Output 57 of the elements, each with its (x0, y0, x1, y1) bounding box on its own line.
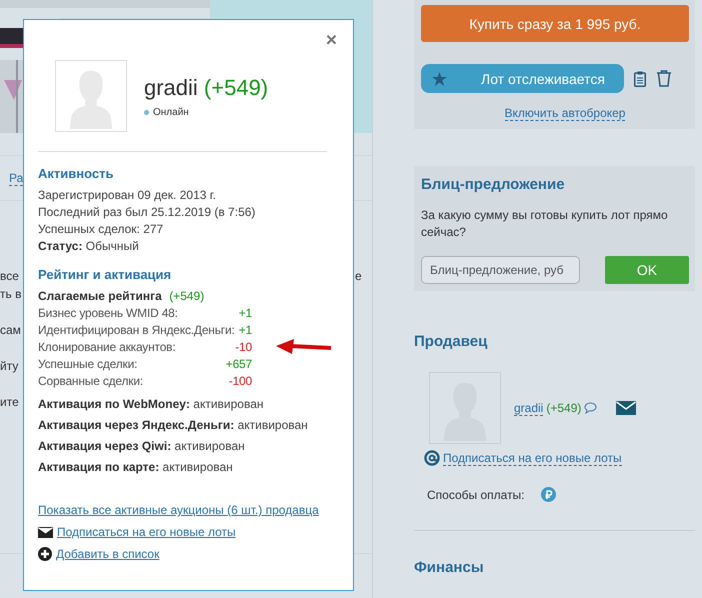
action-link[interactable]: Подписаться на его новые лоты (57, 525, 236, 539)
rating-value: +1 (238, 322, 252, 339)
rating-summary: Слагаемые рейтинга (+549) (38, 289, 204, 303)
rating-value: -10 (235, 339, 252, 356)
activation-line: Активация через Qiwi: активирован (38, 438, 246, 455)
rating-value: -100 (228, 373, 252, 390)
close-button[interactable]: × (326, 30, 337, 52)
rating-value: +1 (238, 305, 252, 322)
envelope-icon (38, 526, 53, 538)
online-dot-icon (144, 110, 149, 114)
all-auctions-link[interactable]: Показать все активные аукционы (6 шт.) продавца (38, 503, 319, 517)
plus-circle-icon (38, 547, 52, 561)
rating-value: +657 (226, 356, 252, 373)
online-status: Онлайн (153, 106, 189, 118)
blitz-question: За какую сумму вы готовы купить лот прямо сейчас? (421, 207, 669, 241)
text-fragment: ите (0, 394, 19, 411)
activity-line: Зарегистрирован 09 дек. 2013 г. (38, 187, 217, 204)
activity-line: Статус: Обычный (38, 238, 140, 255)
activity-line: Успешных сделок: 277 (38, 221, 164, 238)
envelope-icon[interactable] (616, 401, 636, 415)
user-name: gradii (+549) (144, 74, 268, 100)
seller-rating: (+549) (546, 401, 582, 415)
buy-now-button[interactable]: Купить сразу за 1 995 руб. (421, 5, 689, 42)
subscribe-link[interactable]: Подписаться на его новые лоты (443, 450, 622, 466)
payment-label: Способы оплаты: (427, 488, 525, 502)
section-title: Рейтинг и активация (38, 267, 172, 282)
blitz-input-field[interactable]: Блиц-предложение, руб (421, 256, 580, 284)
speech-bubble-icon[interactable] (584, 402, 598, 414)
action-link[interactable]: Добавить в список (56, 547, 160, 561)
section-title: Активность (38, 166, 114, 181)
activity-line: Последний раз был 25.12.2019 (в 7:56) (38, 204, 256, 221)
activation-line: Активация по WebMoney: активирован (38, 396, 264, 413)
clipboard-icon[interactable] (634, 70, 646, 86)
section-title: Блиц-предложение (421, 176, 566, 193)
text-fragment: ть в (0, 286, 22, 303)
star-icon (432, 72, 447, 86)
rating-label: Сорванные сделки: (38, 373, 143, 390)
watch-button[interactable]: Лот отслеживается (421, 64, 624, 93)
activation-line: Активация через Яндекс.Деньги: активирован (38, 417, 309, 434)
text-fragment: сам (0, 322, 21, 339)
ruble-coin-icon (540, 487, 556, 502)
section-title: Продавец (414, 333, 488, 350)
text-fragment: йту (0, 358, 18, 375)
autobroker-link[interactable]: Включить автоброкер (504, 106, 626, 121)
ok-button[interactable]: OK (605, 256, 689, 284)
section-title: Финансы (414, 559, 485, 576)
at-sign-icon (424, 450, 440, 466)
rating-label: Бизнес уровень WMID 48: (38, 305, 178, 322)
rating-label: Успешные сделки: (38, 356, 138, 373)
text-fragment: все (0, 268, 19, 285)
text-fragment: е (355, 269, 362, 283)
rating-label: Идентифицирован в Яндекс.Деньги: (38, 322, 235, 339)
activation-line: Активация по карте: активирован (38, 459, 234, 476)
rating-label: Клонирование аккаунтов: (38, 339, 176, 356)
annotation-arrow (276, 339, 332, 355)
seller-name-link[interactable]: gradii (514, 400, 544, 416)
trash-icon[interactable] (656, 70, 672, 87)
